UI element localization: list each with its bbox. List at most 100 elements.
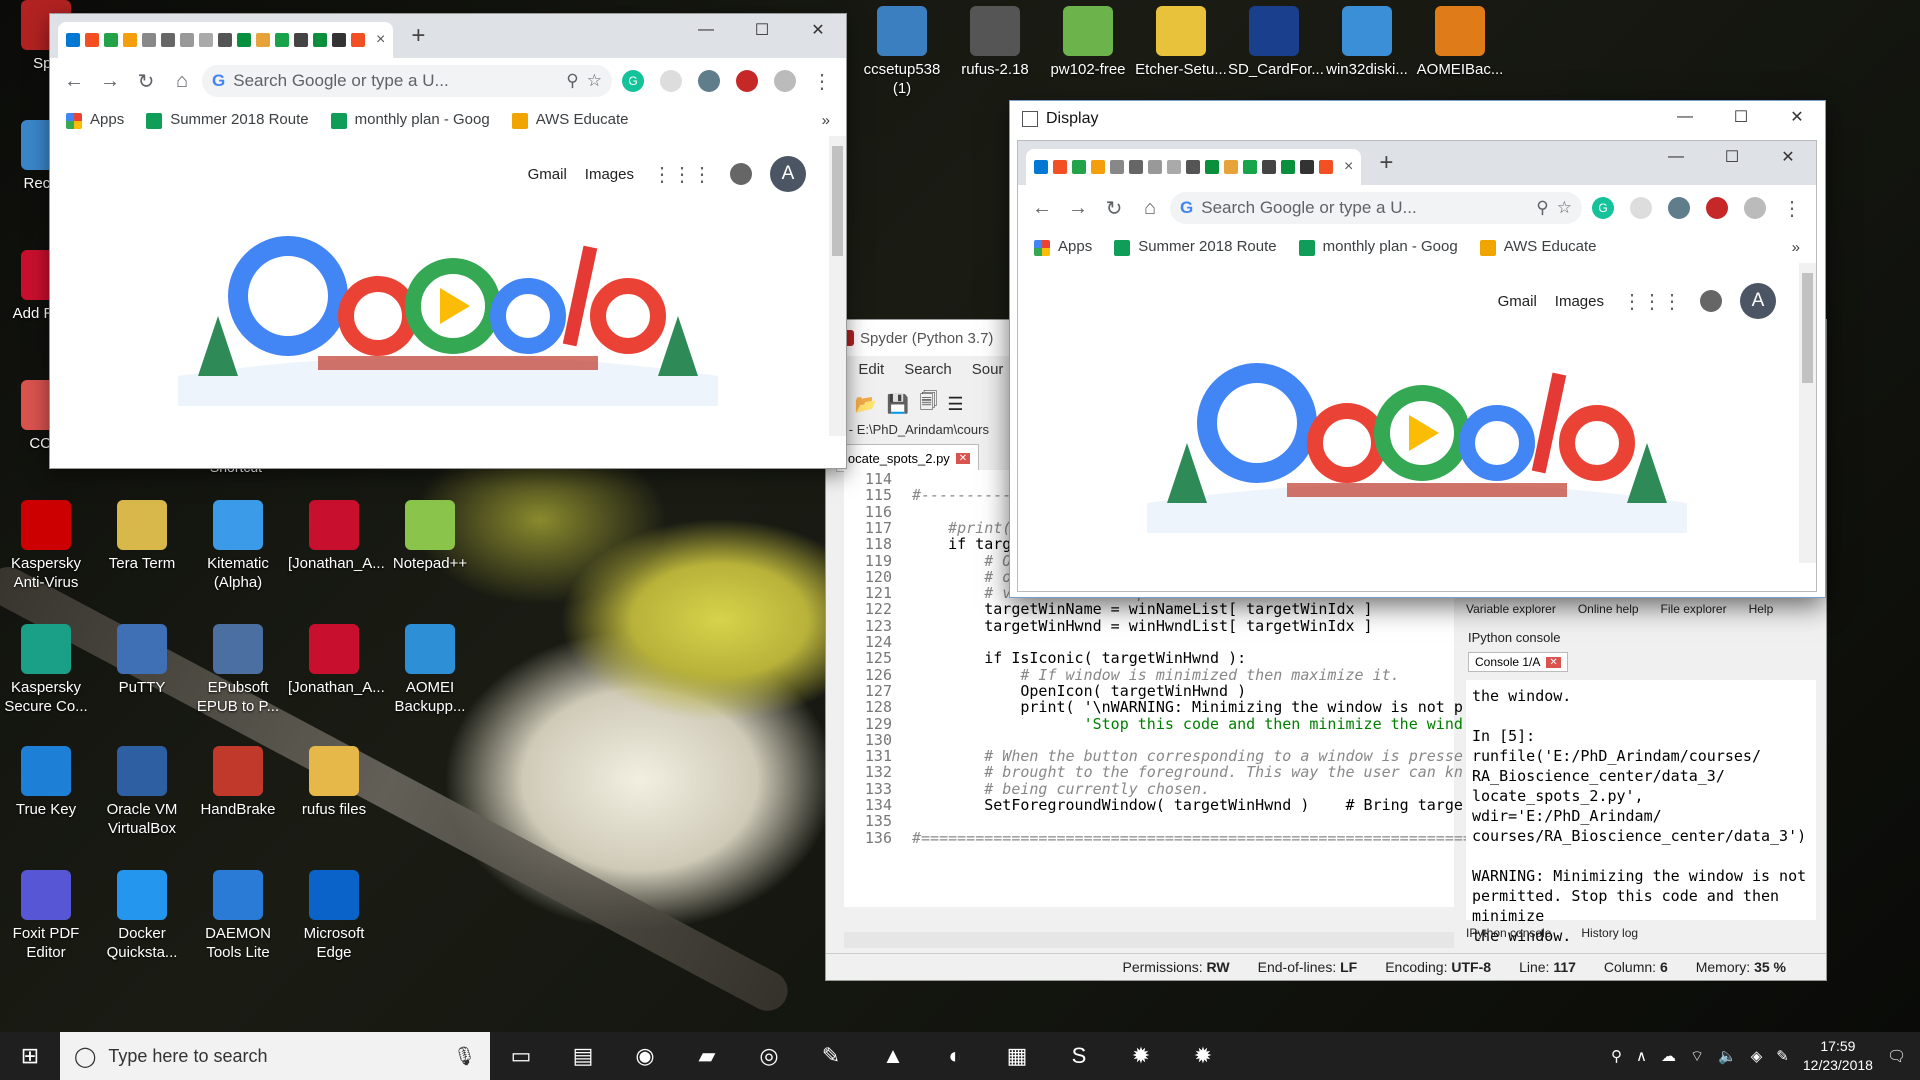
- desktop-icon[interactable]: Foxit PDF Editor: [0, 870, 92, 962]
- extension-shield-icon[interactable]: [1668, 197, 1690, 219]
- tab-favicon-icon[interactable]: [1167, 160, 1181, 174]
- gmail-link[interactable]: Gmail: [1498, 293, 1537, 310]
- extension-shield-icon[interactable]: [698, 70, 720, 92]
- tab-variable-explorer[interactable]: Variable explorer: [1466, 602, 1556, 620]
- tab-favicon-icon[interactable]: [1034, 160, 1048, 174]
- images-link[interactable]: Images: [585, 166, 634, 183]
- bookmark-summer[interactable]: Summer 2018 Route: [1114, 238, 1277, 256]
- tab-history-log[interactable]: History log: [1581, 926, 1638, 940]
- minimize-icon[interactable]: —: [1657, 101, 1713, 133]
- tab-help[interactable]: Help: [1749, 602, 1774, 620]
- omnibox[interactable]: G Search Google or type a U... ⚲ ☆: [1170, 192, 1582, 224]
- calculator-icon[interactable]: ▦: [986, 1032, 1048, 1080]
- desktop-icon[interactable]: AOMEIBac...: [1414, 6, 1506, 79]
- apps-grid-icon[interactable]: ⋮⋮⋮: [1622, 289, 1682, 314]
- vlc-icon[interactable]: ▲: [862, 1032, 924, 1080]
- bookmark-apps[interactable]: Apps: [1034, 238, 1092, 256]
- menu-icon[interactable]: ⋮: [1776, 192, 1808, 224]
- code-line[interactable]: OpenIcon( targetWinHwnd ): [912, 682, 1246, 700]
- file-manager-icon[interactable]: ▤: [552, 1032, 614, 1080]
- close-console-icon[interactable]: ✕: [1546, 656, 1561, 668]
- desktop-icon[interactable]: rufus-2.18: [949, 6, 1041, 79]
- code-line[interactable]: SetForegroundWindow( targetWinHwnd ) # B…: [912, 796, 1463, 814]
- tab-favicon-icon[interactable]: [1243, 160, 1257, 174]
- clock[interactable]: 17:59 12/23/2018: [1803, 1037, 1873, 1075]
- omnibox[interactable]: G Search Google or type a U... ⚲ ☆: [202, 65, 612, 97]
- tab-favicon-icon[interactable]: [104, 33, 118, 47]
- tab-favicon-icon[interactable]: [1262, 160, 1276, 174]
- desktop-icon[interactable]: Notepad++: [384, 500, 476, 573]
- bookmark-monthly[interactable]: monthly plan - Goog: [330, 111, 490, 129]
- microphone-icon[interactable]: 🎙: [453, 1046, 476, 1067]
- code-line[interactable]: #=======================================…: [912, 829, 1517, 847]
- editor-file-tab[interactable]: locate_spots_2.py ✕: [836, 444, 980, 472]
- tab-favicon-icon[interactable]: [199, 33, 213, 47]
- close-icon[interactable]: ✕: [1769, 101, 1825, 133]
- extension-flag-icon[interactable]: [736, 70, 758, 92]
- desktop-icon[interactable]: SD_CardFor...: [1228, 6, 1324, 79]
- tab-favicon-icon[interactable]: [1186, 160, 1200, 174]
- explorer-folder-icon[interactable]: ▰: [676, 1032, 738, 1080]
- code-line[interactable]: # When the button corresponding to a win…: [912, 747, 1463, 765]
- minimize-icon[interactable]: —: [1648, 141, 1704, 173]
- tab-favicon-icon[interactable]: [1072, 160, 1086, 174]
- desktop-icon[interactable]: Oracle VM VirtualBox: [96, 746, 188, 838]
- desktop-icon[interactable]: Tera Term: [96, 500, 188, 573]
- chrome-icon[interactable]: ◉: [614, 1032, 676, 1080]
- bookmarks-more[interactable]: »: [1792, 239, 1800, 256]
- bookmarks-more[interactable]: »: [822, 112, 830, 129]
- forward-icon[interactable]: →: [94, 65, 126, 97]
- open-folder-icon[interactable]: 📂: [854, 394, 876, 415]
- bookmark-monthly[interactable]: monthly plan - Goog: [1298, 238, 1458, 256]
- notepadpp-icon[interactable]: ✎: [800, 1032, 862, 1080]
- reload-icon[interactable]: ↻: [130, 65, 162, 97]
- bookmark-star-icon[interactable]: ☆: [587, 71, 602, 91]
- pen-icon[interactable]: ✎: [1776, 1047, 1789, 1065]
- taskbar-search[interactable]: ◯ Type here to search 🎙: [60, 1032, 490, 1080]
- code-line[interactable]: # brought to the foreground. This way th…: [912, 763, 1463, 781]
- skype-icon[interactable]: S: [1048, 1032, 1110, 1080]
- maximize-icon[interactable]: ☐: [1704, 141, 1760, 173]
- close-tab-icon[interactable]: ×: [376, 31, 385, 49]
- whatsapp-icon[interactable]: ◎: [738, 1032, 800, 1080]
- desktop-icon[interactable]: win32diski...: [1321, 6, 1413, 79]
- extension-flag-icon[interactable]: [1706, 197, 1728, 219]
- desktop-icon[interactable]: Microsoft Edge: [288, 870, 380, 962]
- close-icon[interactable]: ✕: [790, 14, 846, 46]
- code-line[interactable]: if IsIconic( targetWinHwnd ):: [912, 649, 1246, 667]
- avatar[interactable]: A: [1740, 283, 1776, 319]
- desktop-icon[interactable]: PuTTY: [96, 624, 188, 697]
- code-line[interactable]: 'Stop this code and then minimize the wi…: [912, 715, 1463, 733]
- tab-favicon-icon[interactable]: [1091, 160, 1105, 174]
- back-icon[interactable]: ←: [58, 65, 90, 97]
- paint-icon[interactable]: ◐: [924, 1032, 986, 1080]
- close-tab-icon[interactable]: ✕: [955, 452, 971, 464]
- code-line[interactable]: # being currently chosen.: [912, 780, 1210, 798]
- chevron-up-icon[interactable]: ∧: [1636, 1047, 1647, 1065]
- desktop-icon[interactable]: AOMEI Backupp...: [384, 624, 476, 716]
- desktop-icon[interactable]: Kaspersky Anti-Virus: [0, 500, 92, 592]
- dropbox-icon[interactable]: ◈: [1751, 1047, 1763, 1065]
- tab-ipython-console[interactable]: IPython console: [1466, 926, 1551, 940]
- tab-file-explorer[interactable]: File explorer: [1661, 602, 1727, 620]
- tab-favicon-icon[interactable]: [237, 33, 251, 47]
- back-icon[interactable]: ←: [1026, 192, 1058, 224]
- tab-favicon-icon[interactable]: [142, 33, 156, 47]
- onedrive-icon[interactable]: ☁: [1661, 1047, 1676, 1065]
- new-tab-button[interactable]: +: [411, 22, 425, 50]
- apps-grid-icon[interactable]: ⋮⋮⋮: [652, 162, 712, 187]
- console-tab[interactable]: Console 1/A ✕: [1468, 652, 1568, 672]
- page-scrollbar[interactable]: [1799, 263, 1816, 563]
- desktop-icon[interactable]: True Key: [0, 746, 92, 819]
- zoom-icon[interactable]: ⚲: [1536, 198, 1548, 218]
- volume-icon[interactable]: 🔈: [1718, 1047, 1737, 1065]
- wifi-icon[interactable]: ⌔: [1690, 1047, 1704, 1066]
- zoom-icon[interactable]: ⚲: [566, 71, 578, 91]
- tab-favicons[interactable]: ×: [1026, 149, 1362, 185]
- close-icon[interactable]: ✕: [1760, 141, 1816, 173]
- desktop-icon[interactable]: [Jonathan_A...: [288, 500, 385, 573]
- desktop-icon[interactable]: EPubsoft EPUB to P...: [192, 624, 284, 716]
- home-icon[interactable]: ⌂: [1134, 192, 1166, 224]
- display-titlebar[interactable]: Display — ☐ ✕: [1010, 101, 1825, 137]
- ipython-console[interactable]: the window. In [5]: runfile('E:/PhD_Arin…: [1466, 680, 1816, 945]
